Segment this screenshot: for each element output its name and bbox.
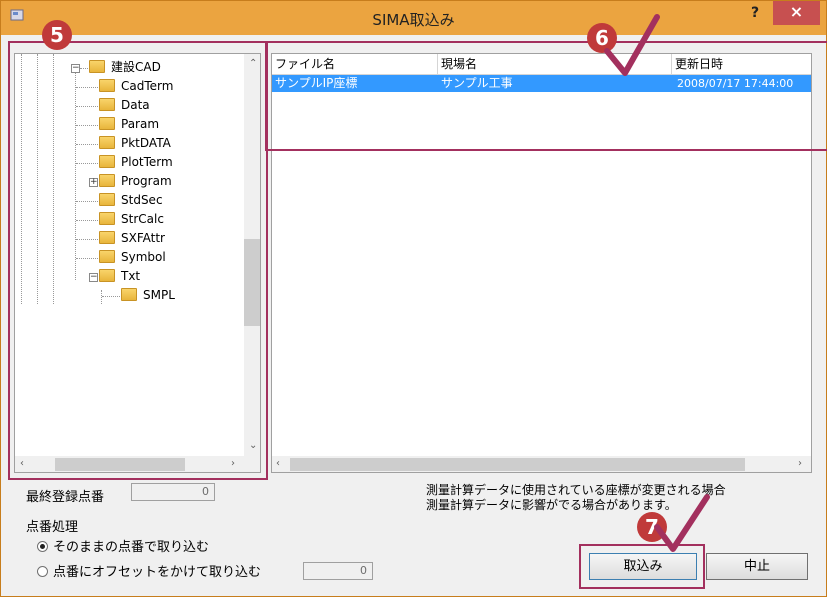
radio-keep-numbers[interactable] <box>37 541 48 552</box>
close-button[interactable]: × <box>773 1 820 25</box>
radio-offset-numbers[interactable] <box>37 566 48 577</box>
checkmark-icon <box>604 14 660 76</box>
annotation-box-tree <box>8 41 268 480</box>
last-point-label: 最終登録点番 <box>26 490 105 505</box>
list-horizontal-scroll-thumb[interactable] <box>290 458 745 471</box>
sima-import-dialog: SIMA取込み ? × − 建設CAD CadTerm Data Param P… <box>0 0 827 597</box>
info-text-line2: 測量計算データに影響がでる場合があります。 <box>426 498 677 512</box>
offset-input[interactable]: 0 <box>303 562 373 580</box>
annotation-box-list <box>265 41 827 151</box>
step-5-badge: 5 <box>42 20 72 50</box>
scroll-right-icon[interactable]: › <box>798 458 802 469</box>
cancel-button[interactable]: 中止 <box>706 553 808 580</box>
last-point-value: 0 <box>131 483 215 501</box>
radio-keep-numbers-label[interactable]: そのままの点番で取り込む <box>53 536 209 555</box>
checkmark-icon <box>654 494 710 552</box>
title-bar[interactable]: SIMA取込み ? × <box>1 1 826 35</box>
scroll-left-icon[interactable]: ‹ <box>276 458 280 469</box>
help-button[interactable]: ? <box>738 1 772 25</box>
numbering-label: 点番処理 <box>26 520 79 535</box>
radio-offset-numbers-label[interactable]: 点番にオフセットをかけて取り込む <box>53 561 261 580</box>
window-title: SIMA取込み <box>372 11 455 29</box>
